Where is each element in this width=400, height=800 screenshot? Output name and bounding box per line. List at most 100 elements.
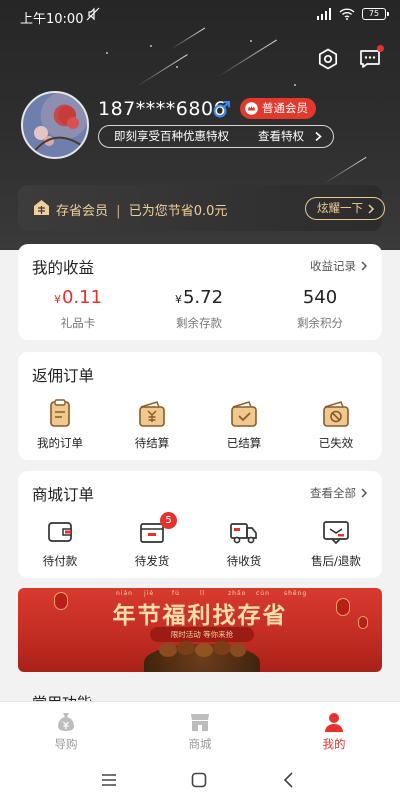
stat-label: 礼品卡 [60, 316, 96, 330]
member-badge-label: 普通会员 [262, 101, 308, 115]
order-count-badge: 5 [160, 512, 177, 529]
user-phone: 187****6806 [98, 98, 227, 120]
promo-banner[interactable]: nián jié fú lì zhǎo cún shěng 年节福利找存省 限时活动 等你来… [18, 588, 382, 672]
chevron-right-icon [361, 261, 368, 271]
avatar-image [32, 106, 82, 154]
wallet-yen-icon [139, 401, 165, 427]
rebate-orders-item[interactable]: 我的订单 [20, 397, 100, 451]
order-status-label: 待结算 [134, 436, 170, 450]
wallet-check-icon [231, 401, 257, 427]
show-off-button[interactable]: 炫耀一下 [305, 197, 385, 220]
order-status-label: 待收货 [226, 554, 262, 568]
status-time: 上午10:00 [20, 12, 84, 27]
avatar[interactable] [21, 91, 89, 159]
savings-member-icon [34, 200, 49, 215]
star-dot [150, 45, 152, 47]
nav-item-shopping-guide[interactable]: 导购 [26, 710, 106, 752]
status-bar: 上午10:00 75 [0, 0, 400, 32]
earnings-stat[interactable]: ¥0.11 礼品卡 [28, 287, 128, 331]
show-off-label: 炫耀一下 [317, 201, 363, 215]
bottom-nav: 导购 商城 我的 [0, 701, 400, 759]
order-status-label: 待发货 [134, 554, 170, 568]
status-indicators: 75 [316, 8, 389, 20]
moneybag-icon [58, 713, 74, 731]
chevron-right-icon [368, 204, 375, 214]
view-all-label: 查看全部 [310, 486, 356, 500]
earnings-card: 我的收益 收益记录 ¥0.11 礼品卡 ¥5.72 剩余存款 540 剩余积分 [18, 244, 382, 340]
system-nav-bar [0, 759, 400, 800]
savings-text: 存省会员 | 已为您节省0.0元 [56, 200, 227, 219]
shooting-star [136, 54, 188, 87]
currency-symbol: ¥ [174, 293, 182, 306]
person-icon [325, 713, 343, 732]
chevron-right-icon [361, 488, 368, 498]
savings-member-banner: 存省会员 | 已为您节省0.0元 炫耀一下 [18, 185, 385, 231]
order-status-label: 待付款 [42, 554, 78, 568]
star-dot [106, 52, 108, 54]
clipboard-icon [50, 399, 70, 427]
savings-label: 存省会员 [56, 204, 109, 219]
shooting-star [217, 39, 277, 78]
rebate-orders-title: 返佣订单 [32, 367, 95, 385]
privilege-text: 即刻享受百种优惠特权 [114, 129, 229, 143]
signal-icon [317, 8, 331, 20]
settings-hexagon-icon[interactable] [316, 47, 340, 71]
male-gender-icon [213, 101, 230, 118]
nav-item-mine[interactable]: 我的 [294, 710, 374, 752]
rebate-orders-item[interactable]: 待结算 [112, 397, 192, 451]
star-dot [294, 84, 296, 86]
earnings-record-label: 收益记录 [310, 259, 356, 273]
order-status-label: 售后/退款 [311, 554, 361, 568]
store-icon [191, 714, 209, 731]
mall-orders-item[interactable]: 待付款 [20, 515, 100, 569]
currency-symbol: ¥ [53, 293, 61, 306]
savings-amount-text: 已为您节省0.0元 [128, 204, 228, 219]
stat-value: ¥5.72 [149, 287, 249, 313]
menu-icon[interactable] [99, 770, 119, 790]
rebate-orders-item[interactable]: 已结算 [204, 397, 284, 451]
earnings-stat[interactable]: 540 剩余积分 [270, 287, 370, 331]
nav-item-mall[interactable]: 商城 [160, 710, 240, 752]
mall-orders-title: 商城订单 [32, 486, 95, 504]
stat-number: 540 [302, 287, 338, 308]
privilege-pill[interactable]: 即刻享受百种优惠特权 查看特权 [98, 125, 334, 148]
member-level-badge[interactable]: 普通会员 [240, 98, 316, 119]
wallet-ban-icon [323, 401, 349, 427]
back-icon[interactable] [279, 770, 299, 790]
battery-icon: 75 [362, 8, 389, 20]
unread-dot [377, 45, 384, 52]
message-button[interactable] [358, 45, 384, 71]
stat-label: 剩余存款 [176, 316, 222, 330]
view-privilege-link: 查看特权 [258, 129, 304, 143]
shooting-star [323, 156, 367, 185]
view-all-orders-link[interactable]: 查看全部 [310, 485, 368, 501]
earnings-stat[interactable]: ¥5.72 剩余存款 [149, 287, 249, 331]
order-status-label: 已结算 [226, 436, 262, 450]
stat-value: ¥0.11 [28, 287, 128, 313]
mute-icon [86, 7, 100, 21]
message-box-icon [323, 521, 349, 545]
chestnuts-icon [159, 641, 246, 657]
order-status-label: 我的订单 [37, 436, 83, 450]
earnings-record-link[interactable]: 收益记录 [310, 258, 368, 274]
nav-label: 我的 [322, 737, 346, 751]
mall-orders-item[interactable]: 5 待发货 [112, 512, 192, 569]
rebate-orders-item[interactable]: 已失效 [296, 397, 376, 451]
nav-label: 商城 [188, 737, 212, 751]
star-dot [250, 40, 252, 42]
stat-number: 0.11 [61, 287, 103, 308]
chevron-right-icon [315, 131, 322, 142]
order-status-label: 已失效 [318, 436, 354, 450]
wallet-icon [48, 522, 72, 542]
mall-orders-item[interactable]: 售后/退款 [296, 515, 376, 569]
star-dot [176, 66, 178, 68]
home-icon[interactable] [189, 770, 209, 790]
mall-orders-item[interactable]: 待收货 [204, 515, 284, 569]
savings-divider: | [116, 204, 121, 219]
earnings-title: 我的收益 [32, 259, 95, 277]
stat-number: 5.72 [182, 287, 224, 308]
truck-icon [230, 523, 257, 544]
stat-value: 540 [270, 287, 370, 313]
stat-label: 剩余积分 [297, 316, 343, 330]
promo-title: 年节福利找存省 [112, 603, 288, 629]
